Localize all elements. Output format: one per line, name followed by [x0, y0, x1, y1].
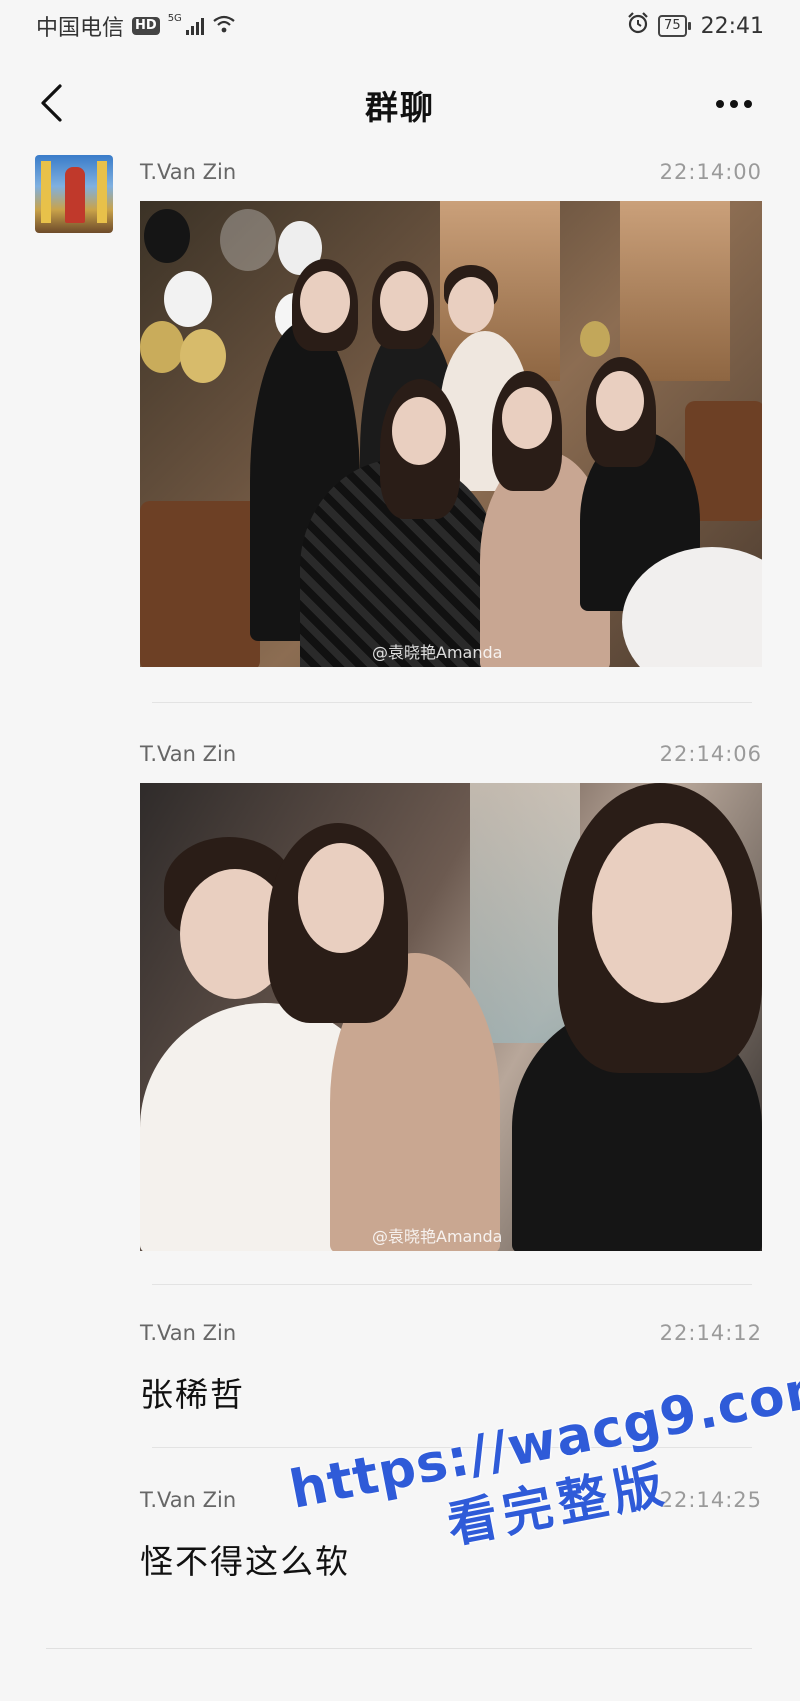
- wifi-icon: [212, 14, 236, 39]
- status-right: 75 22:41: [626, 11, 764, 41]
- more-dots-icon: [716, 100, 724, 108]
- alarm-icon: [626, 11, 650, 41]
- signal-icon: [185, 17, 204, 35]
- message-photo[interactable]: @袁晓艳Amanda: [140, 783, 762, 1251]
- chat-screen: 中国电信 HD 5G 75 22:41 群聊 T.Van Zin 22:14:0…: [0, 0, 800, 1701]
- avatar[interactable]: [35, 155, 113, 233]
- message-time: 22:14:00: [659, 160, 762, 184]
- divider: [152, 1284, 752, 1285]
- page-title: 群聊: [365, 88, 435, 127]
- network-type: 5G: [167, 12, 182, 24]
- message-header: T.Van Zin 22:14:00: [140, 155, 762, 189]
- message-time: 22:14:12: [659, 1321, 762, 1345]
- photo-watermark: @袁晓艳Amanda: [372, 643, 503, 662]
- battery-icon: 75: [658, 15, 691, 37]
- clock-time: 22:41: [700, 13, 764, 39]
- message-photo[interactable]: @袁晓艳Amanda: [140, 201, 762, 667]
- chevron-left-icon: [41, 84, 62, 122]
- sender-name[interactable]: T.Van Zin: [140, 160, 236, 184]
- photo-watermark: @袁晓艳Amanda: [372, 1227, 503, 1246]
- sender-name[interactable]: T.Van Zin: [140, 1321, 236, 1345]
- back-button[interactable]: [26, 78, 76, 128]
- nav-bar: 群聊: [0, 60, 800, 150]
- message-header: T.Van Zin 22:14:06: [140, 737, 762, 771]
- message-item: T.Van Zin 22:14:00 @袁晓艳Amanda: [140, 155, 762, 667]
- more-button[interactable]: [704, 84, 764, 124]
- sender-name[interactable]: T.Van Zin: [140, 742, 236, 766]
- carrier-label: 中国电信: [36, 16, 125, 41]
- divider: [46, 1648, 752, 1649]
- hd-badge: HD: [132, 17, 160, 35]
- status-bar: 中国电信 HD 5G 75 22:41: [0, 0, 800, 52]
- message-item: T.Van Zin 22:14:06 @袁晓艳Amanda: [140, 737, 762, 1251]
- message-time: 22:14:06: [659, 742, 762, 766]
- sender-name[interactable]: T.Van Zin: [140, 1488, 236, 1512]
- message-header: T.Van Zin 22:14:12: [140, 1316, 762, 1350]
- divider: [152, 702, 752, 703]
- status-left: 中国电信 HD 5G: [36, 10, 236, 42]
